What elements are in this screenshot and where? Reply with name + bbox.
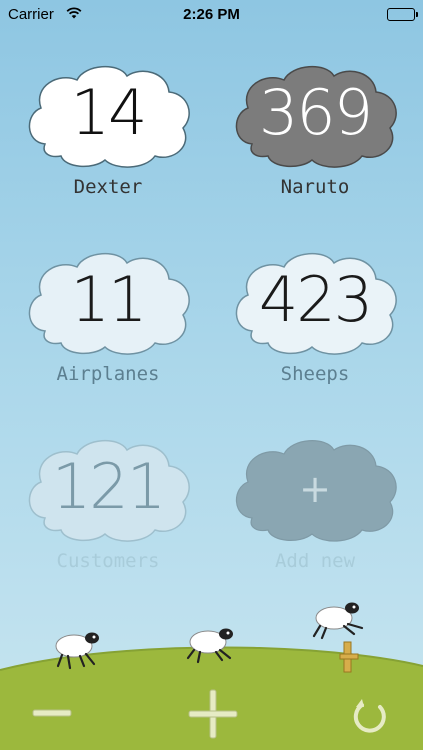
sheep-illustration: [312, 602, 364, 640]
fence-post: [339, 641, 359, 673]
counter-label: Airplanes: [56, 363, 160, 385]
counter-label: Customers: [56, 550, 160, 572]
plus-icon: [188, 689, 238, 739]
add-plus-icon: +: [299, 467, 331, 511]
add-new-counter-button[interactable]: + Add new: [230, 432, 400, 597]
counter-customers[interactable]: 121 Customers: [23, 432, 193, 597]
add-new-label: Add new: [274, 550, 356, 572]
increment-button[interactable]: [185, 686, 241, 742]
counter-value: 121: [51, 450, 166, 523]
counter-value: 11: [70, 263, 148, 336]
counter-airplanes[interactable]: 11 Airplanes: [23, 245, 193, 410]
battery-icon: [387, 8, 418, 21]
refresh-icon: [353, 699, 386, 733]
counter-sheeps[interactable]: 423 Sheeps: [230, 245, 400, 410]
counter-label: Naruto: [280, 176, 350, 198]
counter-label: Sheeps: [280, 363, 350, 385]
decrement-button[interactable]: [30, 700, 76, 726]
minus-icon: [32, 709, 72, 717]
counter-value: 369: [258, 76, 373, 149]
counter-dexter[interactable]: 14 Dexter: [23, 58, 193, 223]
status-bar: Carrier 2:26 PM: [0, 0, 423, 30]
counter-label: Dexter: [73, 176, 143, 198]
counter-value: 423: [258, 263, 373, 336]
counter-naruto[interactable]: 369 Naruto: [230, 58, 400, 223]
sheep-illustration: [55, 632, 99, 670]
status-time: 2:26 PM: [183, 6, 240, 23]
sheep-illustration: [186, 628, 233, 664]
reset-button[interactable]: [350, 695, 390, 735]
counter-value: 14: [70, 76, 148, 149]
